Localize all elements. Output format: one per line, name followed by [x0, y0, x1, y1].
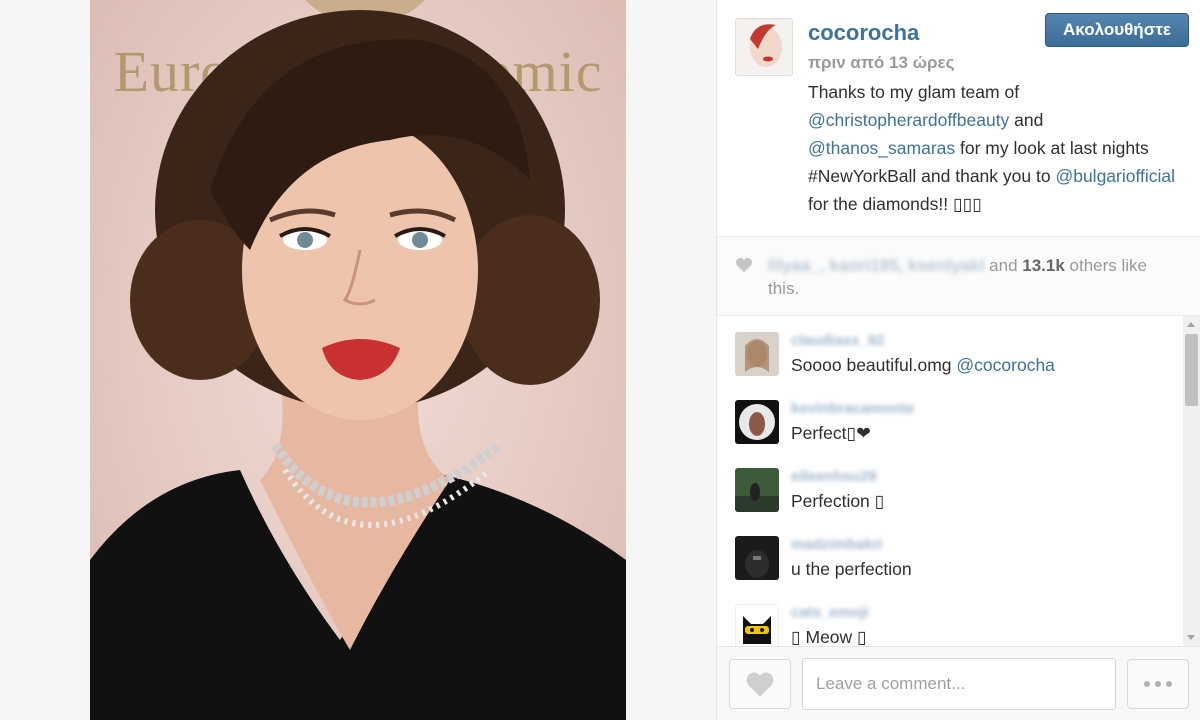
avatar-image	[735, 536, 779, 580]
dot-icon	[1144, 681, 1150, 687]
caption-text: and	[1009, 110, 1044, 130]
like-button[interactable]	[729, 659, 791, 709]
comment-text: Soooo beautiful.omg @cocorocha	[791, 355, 1055, 376]
likes-section: lilyaa_, kaori195, ksenlyakl and 13.1k o…	[717, 236, 1200, 316]
caption-text: Thanks to my glam team of	[808, 82, 1020, 102]
author-username[interactable]: cocorocha	[808, 20, 919, 46]
post-sidebar: cocorocha πριν από 13 ώρες Ακολουθήστε T…	[716, 0, 1200, 720]
post-header: cocorocha πριν από 13 ώρες Ακολουθήστε T…	[717, 0, 1200, 236]
mention-link[interactable]: @cocorocha	[956, 355, 1055, 375]
comment-body: ▯ Meow ▯	[791, 627, 867, 646]
commenter-username[interactable]: claudiaxx_92	[791, 332, 884, 349]
comment-footer	[717, 646, 1200, 720]
comment-item: madzimbakri u the perfection	[735, 536, 1175, 596]
avatar-image	[736, 19, 792, 75]
avatar-image	[735, 332, 779, 376]
heart-icon	[736, 257, 752, 273]
commenter-username[interactable]: kevinbracamonte	[791, 400, 914, 417]
photo-pane: European Economic	[0, 0, 716, 720]
avatar-image	[735, 400, 779, 444]
mention-link[interactable]: @thanos_samaras	[808, 138, 955, 158]
commenter-avatar[interactable]	[735, 468, 779, 512]
avatar-image	[735, 468, 779, 512]
likes-count[interactable]: 13.1k	[1022, 256, 1065, 275]
comment-item: kevinbracamonte Perfect▯❤	[735, 400, 1175, 460]
heart-icon	[746, 672, 774, 697]
mention-link[interactable]: @christopherardoffbeauty	[808, 110, 1009, 130]
likes-and: and	[984, 256, 1023, 275]
dot-icon	[1166, 681, 1172, 687]
commenter-avatar[interactable]	[735, 536, 779, 580]
caption-text: for the diamonds!! ▯▯▯	[808, 194, 982, 214]
author-avatar[interactable]	[735, 18, 793, 76]
comment-text: Perfect▯❤	[791, 423, 871, 444]
comment-input[interactable]	[802, 658, 1116, 710]
post-photo[interactable]: European Economic	[90, 0, 626, 720]
comment-item: claudiaxx_92 Soooo beautiful.omg @cocoro…	[735, 332, 1175, 392]
liker-names[interactable]: lilyaa_, kaori195, ksenlyakl	[768, 256, 984, 275]
post-timestamp[interactable]: πριν από 13 ώρες	[808, 53, 954, 73]
comment-item: eileenhsu29 Perfection ▯	[735, 468, 1175, 528]
commenter-avatar[interactable]	[735, 604, 779, 646]
dot-icon	[1155, 681, 1161, 687]
comments-list: claudiaxx_92 Soooo beautiful.omg @cocoro…	[717, 316, 1200, 646]
post-caption: Thanks to my glam team of @christopherar…	[808, 78, 1188, 218]
comment-body: Perfect▯❤	[791, 423, 871, 443]
more-options-button[interactable]	[1127, 659, 1189, 709]
comment-text: ▯ Meow ▯	[791, 627, 867, 646]
comments-scrollbar[interactable]	[1183, 316, 1200, 646]
likes-summary: lilyaa_, kaori195, ksenlyakl and 13.1k o…	[768, 254, 1168, 300]
comment-item: cats_emoji ▯ Meow ▯	[735, 604, 1175, 646]
comment-body: Soooo beautiful.omg	[791, 355, 957, 375]
avatar-image	[735, 604, 779, 646]
commenter-username[interactable]: madzimbakri	[791, 536, 883, 553]
comment-text: Perfection ▯	[791, 491, 884, 512]
follow-button[interactable]: Ακολουθήστε	[1045, 13, 1189, 47]
commenter-username[interactable]: cats_emoji	[791, 604, 869, 621]
commenter-avatar[interactable]	[735, 400, 779, 444]
commenter-avatar[interactable]	[735, 332, 779, 376]
comment-body: u the perfection	[791, 559, 912, 579]
mention-link[interactable]: @bulgariofficial	[1055, 166, 1175, 186]
scroll-down-icon[interactable]	[1187, 635, 1195, 640]
comment-body: Perfection ▯	[791, 491, 885, 511]
commenter-username[interactable]: eileenhsu29	[791, 468, 877, 485]
comment-text: u the perfection	[791, 559, 912, 580]
scrollbar-thumb[interactable]	[1185, 334, 1198, 406]
portrait-illustration	[90, 10, 626, 720]
scroll-up-icon[interactable]	[1187, 322, 1195, 327]
